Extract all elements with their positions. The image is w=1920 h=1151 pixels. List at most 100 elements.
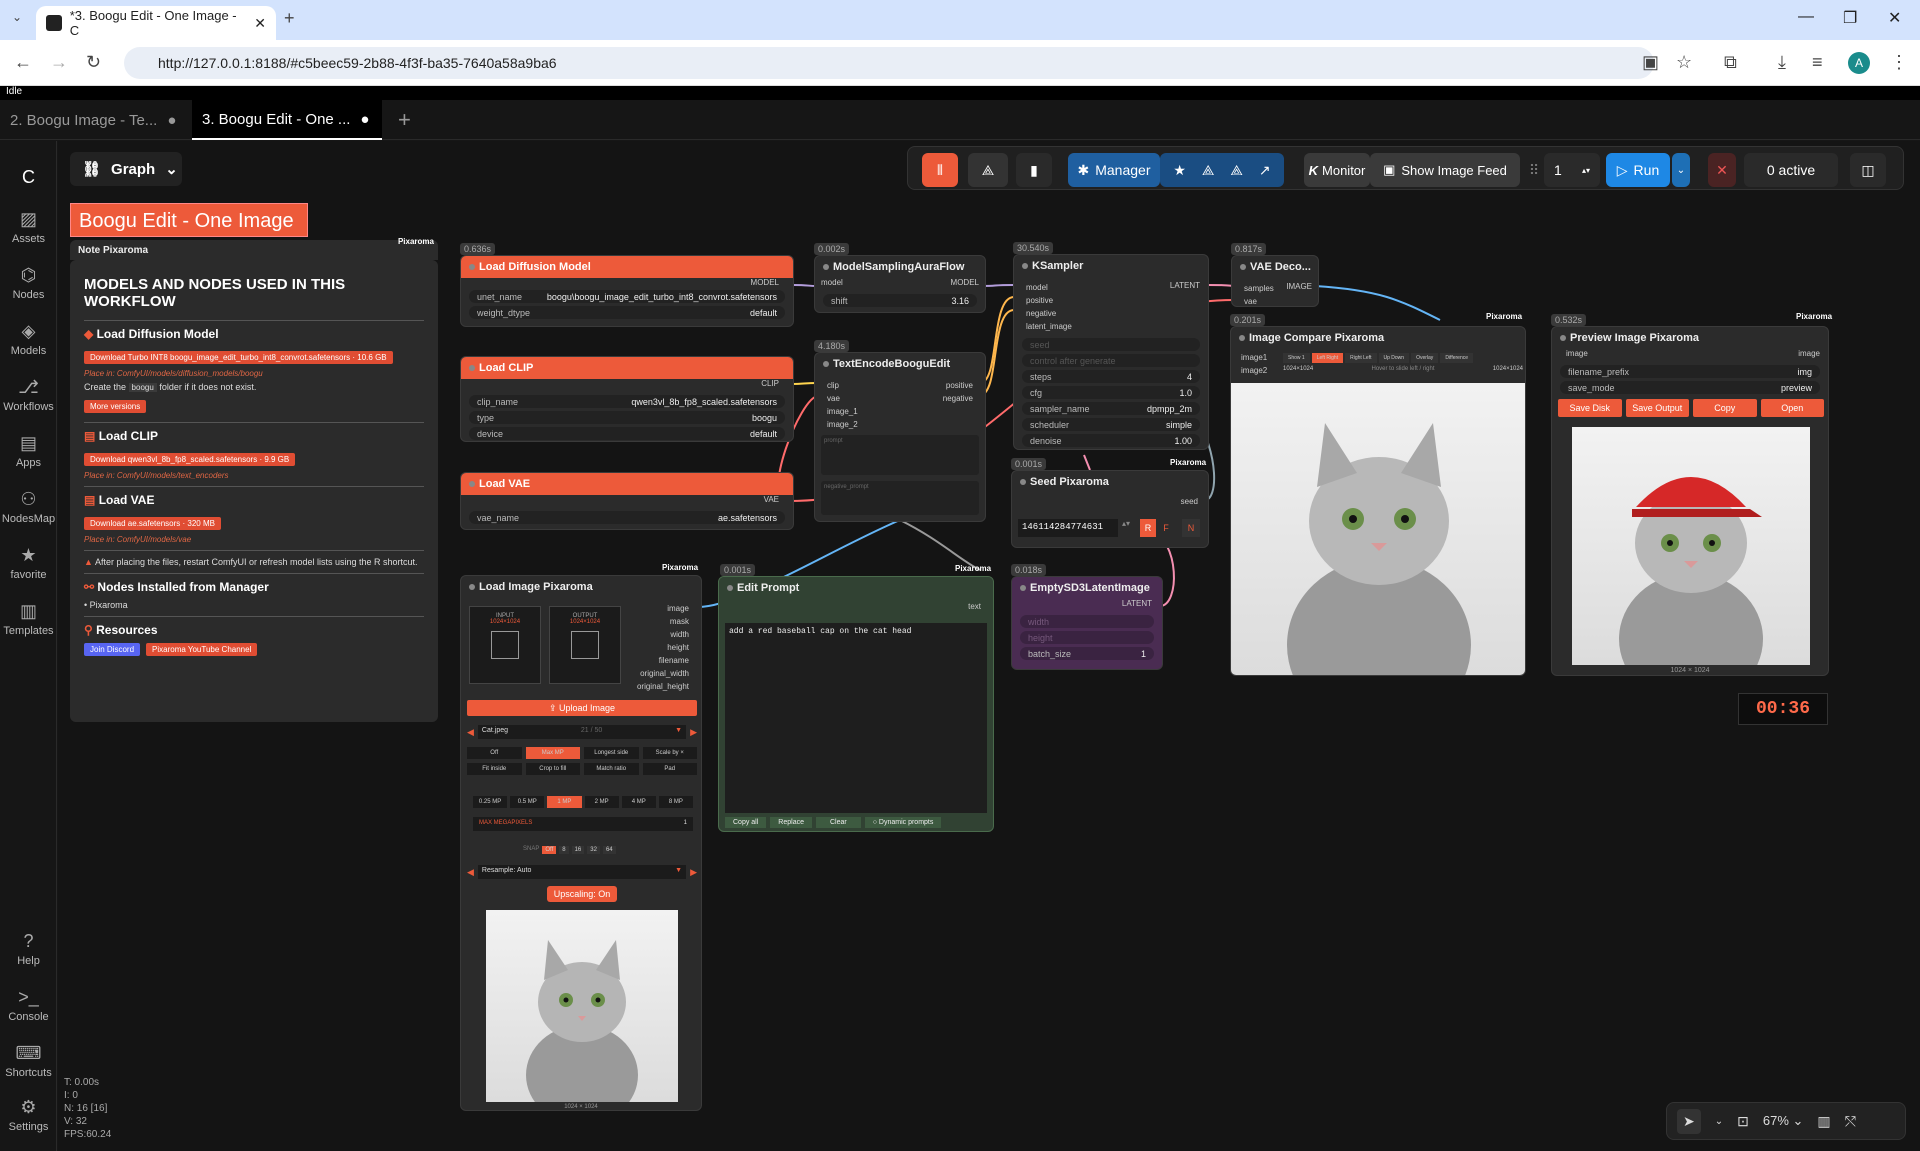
seed-pixaroma-node[interactable]: Seed Pixaroma seed 1461142847746​31 ▴▾ R… (1011, 470, 1209, 548)
empty-sd3-latent-node[interactable]: EmptySD3LatentImage LATENT width height … (1011, 576, 1163, 670)
text-encode-boogu-node[interactable]: TextEncodeBooguEdit clip vae image_1 ima… (814, 352, 986, 522)
resize-mode-button[interactable]: Off (467, 747, 522, 759)
copy-button[interactable]: Copy (1693, 399, 1757, 417)
resize-mode-button[interactable]: Longest side (584, 747, 639, 759)
megapixel-button[interactable]: 8 MP (658, 796, 693, 808)
load-diffusion-model-node[interactable]: Load Diffusion Model MODEL unet_name boog… (460, 255, 794, 327)
save-mode-widget[interactable]: save_mode preview (1560, 381, 1820, 394)
megapixel-button[interactable]: 0.5 MP (510, 796, 545, 808)
zoom-level[interactable]: 67% ⌄ (1763, 1113, 1804, 1129)
widget-label: seed (1030, 339, 1050, 350)
megapixel-button[interactable]: 1 MP (547, 796, 582, 808)
randomize-button[interactable]: R (1140, 519, 1156, 537)
resize-mode-button[interactable]: Match ratio (584, 763, 639, 775)
resize-mode-button[interactable]: Pad (642, 763, 697, 775)
new-seed-button[interactable]: N (1182, 519, 1200, 537)
replace-button[interactable]: Replace (770, 817, 812, 828)
megapixel-button[interactable]: 0.25 MP (473, 796, 508, 808)
edit-prompt-node[interactable]: Edit Prompt text add a red baseball cap … (718, 576, 994, 832)
note-header[interactable]: Note Pixaroma Pixaroma (70, 237, 438, 260)
load-clip-node[interactable]: Load CLIP CLIP clip_name qwen3vl_8b_fp8_s… (460, 356, 794, 442)
next-image-icon[interactable]: ▶ (690, 727, 697, 738)
megapixel-button[interactable]: 2 MP (584, 796, 619, 808)
filename-prefix-widget[interactable]: filename_prefix img (1560, 365, 1820, 378)
prompt-textarea[interactable]: add a red baseball cap on the cat head (725, 623, 987, 813)
control-after-generate-widget[interactable]: control after generate (1022, 354, 1200, 367)
image-compare-pixaroma-node[interactable]: Image Compare Pixaroma image1 image2 Sho… (1230, 326, 1526, 676)
copy-all-button[interactable]: Copy all (725, 817, 767, 828)
compare-mode-tab[interactable]: Up Down (1378, 353, 1410, 363)
seed-value-input[interactable]: 1461142847746​31 (1018, 519, 1118, 537)
batch-size-widget[interactable]: batch_size 1 (1020, 647, 1154, 660)
download-clip-button[interactable]: Download qwen3vl_8b_fp8_scaled.safetenso… (84, 453, 296, 466)
widget-label: weight_dtype (477, 307, 531, 318)
clip-type-widget[interactable]: type boogu (469, 411, 785, 424)
resize-mode-button[interactable]: Crop to fill (525, 763, 580, 775)
snap-button[interactable]: 32 (587, 846, 600, 854)
next-resample-icon[interactable]: ▶ (690, 867, 697, 878)
compare-mode-tab[interactable]: Overlay (1411, 353, 1439, 363)
fit-view-icon[interactable]: ⊡ (1737, 1113, 1749, 1130)
prompt-textarea[interactable]: prompt (821, 435, 979, 475)
load-image-pixaroma-node[interactable]: Load Image Pixaroma image mask width hei… (460, 575, 702, 1111)
hide-links-icon[interactable]: ⤲ (1845, 1113, 1856, 1130)
load-vae-node[interactable]: Load VAE VAE vae_name ae.safetensors (460, 472, 794, 530)
resize-mode-button[interactable]: Max MP (525, 747, 580, 759)
tool-dropdown-icon[interactable]: ⌄ (1715, 1116, 1723, 1127)
download-diffusion-button[interactable]: Download Turbo INT8 boogu_image_edit_tur… (84, 351, 393, 364)
compare-mode-tab[interactable]: Show 1 (1283, 353, 1310, 363)
prev-image-icon[interactable]: ◀ (467, 727, 474, 738)
seed-stepper-icon[interactable]: ▴▾ (1122, 519, 1130, 528)
compare-mode-tab[interactable]: Right Left (1345, 353, 1377, 363)
compare-cat-image[interactable] (1231, 383, 1525, 675)
snap-button[interactable]: 8 (559, 846, 569, 854)
snap-button[interactable]: 16 (571, 846, 585, 854)
save-output-button[interactable]: Save Output (1625, 399, 1689, 417)
height-widget[interactable]: height (1020, 631, 1154, 644)
ksampler-node[interactable]: KSampler LATENT model positive negative … (1013, 254, 1209, 450)
shift-widget[interactable]: shift 3.16 (823, 294, 977, 307)
join-discord-button[interactable]: Join Discord (84, 643, 141, 656)
unet-name-widget[interactable]: unet_name boogu\boogu_image_edit_turbo_in… (469, 290, 785, 303)
open-button[interactable]: Open (1760, 399, 1824, 417)
weight-dtype-widget[interactable]: weight_dtype default (469, 306, 785, 319)
sampler-widget[interactable]: sampler_name dpmpp_2m (1022, 402, 1200, 415)
fixed-button[interactable]: F (1158, 519, 1174, 537)
clip-name-widget[interactable]: clip_name qwen3vl_8b_fp8_scaled.safetenso… (469, 395, 785, 408)
select-tool-icon[interactable]: ➤ (1677, 1108, 1701, 1134)
vae-name-widget[interactable]: vae_name ae.safetensors (469, 511, 785, 524)
preview-image-pixaroma-node[interactable]: Preview Image Pixaroma image image filena… (1551, 326, 1829, 676)
clip-device-widget[interactable]: device default (469, 427, 785, 440)
output-cat-image[interactable] (1572, 427, 1810, 665)
download-vae-button[interactable]: Download ae.safetensors · 320 MB (84, 517, 221, 530)
upscaling-toggle[interactable]: Upscaling: On (547, 886, 617, 902)
clear-button[interactable]: Clear (815, 817, 861, 828)
note-pixaroma-node[interactable]: MODELS AND NODES USED IN THIS WORKFLOW ◆… (70, 260, 438, 722)
max-megapixels-input[interactable]: MAX MEGAPIXELS 1 (473, 817, 693, 831)
dynamic-prompts-toggle[interactable]: ○ Dynamic prompts (864, 817, 942, 828)
minimap-icon[interactable]: ▥ (1817, 1113, 1830, 1130)
negative-prompt-textarea[interactable]: negative_prompt (821, 481, 979, 515)
scheduler-widget[interactable]: scheduler simple (1022, 418, 1200, 431)
prev-resample-icon[interactable]: ◀ (467, 867, 474, 878)
snap-button[interactable]: 64 (602, 846, 616, 854)
snap-button[interactable]: Off (542, 846, 557, 854)
more-versions-button[interactable]: More versions (84, 400, 147, 413)
save-disk-button[interactable]: Save Disk (1558, 399, 1622, 417)
megapixel-button[interactable]: 4 MP (621, 796, 656, 808)
resize-mode-button[interactable]: Fit inside (467, 763, 522, 775)
resample-select[interactable]: Resample: Auto ▼ (477, 865, 687, 879)
compare-mode-tab[interactable]: Difference (1440, 353, 1474, 363)
denoise-widget[interactable]: denoise 1.00 (1022, 434, 1200, 447)
youtube-button[interactable]: Pixaroma YouTube Channel (146, 643, 258, 656)
steps-widget[interactable]: steps 4 (1022, 370, 1200, 383)
upload-image-button[interactable]: ⇪ Upload Image (467, 700, 697, 716)
width-widget[interactable]: width (1020, 615, 1154, 628)
model-sampling-auraflow-node[interactable]: ModelSamplingAuraFlow model MODEL shift 3.… (814, 255, 986, 313)
cfg-widget[interactable]: cfg 1.0 (1022, 386, 1200, 399)
resize-mode-button[interactable]: Scale by × (642, 747, 697, 759)
compare-mode-tab[interactable]: Left Right (1311, 353, 1344, 363)
image-select[interactable]: Cat.jpeg 21 / 50 ▼ (477, 725, 687, 739)
vae-decode-node[interactable]: VAE Deco... samples vae IMAGE (1231, 255, 1319, 307)
seed-widget[interactable]: seed (1022, 338, 1200, 351)
